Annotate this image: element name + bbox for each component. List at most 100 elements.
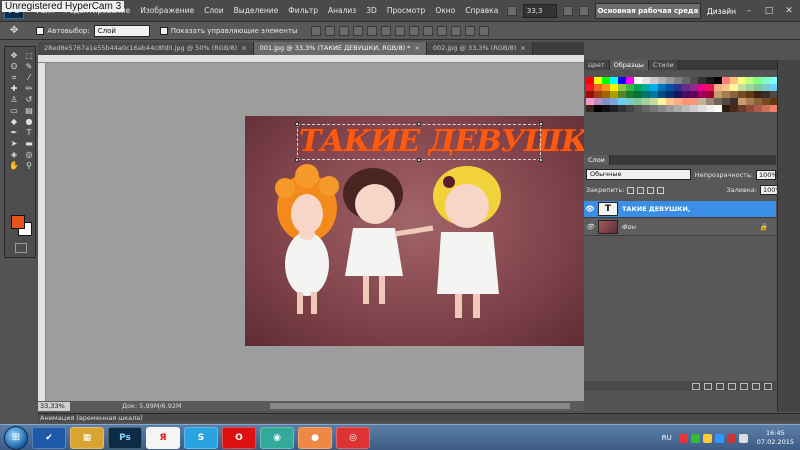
transform-handle-bl[interactable] [295, 158, 299, 162]
color-swatch[interactable] [706, 91, 714, 98]
vertical-ruler[interactable] [38, 63, 46, 401]
menu-item[interactable]: Фильтр [288, 6, 318, 15]
align-left-icon[interactable] [353, 25, 364, 36]
lasso-tool-icon[interactable]: ʘ [7, 62, 21, 72]
crop-tool-icon[interactable]: ⌗ [7, 73, 21, 83]
transform-handle-bc[interactable] [417, 158, 421, 162]
color-swatch[interactable] [658, 77, 666, 84]
color-swatch[interactable] [602, 105, 610, 112]
transform-handle-tl[interactable] [295, 122, 299, 126]
pen-tool-icon[interactable]: ✒ [7, 128, 21, 138]
eyedropper-tool-icon[interactable]: ⁄ [22, 73, 36, 83]
color-swatch[interactable] [698, 77, 706, 84]
color-swatch[interactable] [618, 91, 626, 98]
color-swatch[interactable] [610, 105, 618, 112]
tab-close-icon[interactable]: × [241, 44, 246, 52]
shape-tool-icon[interactable]: ▬ [22, 139, 36, 149]
tray-antivirus-icon[interactable] [678, 433, 688, 443]
color-swatch[interactable] [626, 77, 634, 84]
taskbar-app-button[interactable]: S [184, 426, 218, 449]
color-swatch[interactable] [722, 91, 730, 98]
color-swatch[interactable] [738, 84, 746, 91]
color-swatch[interactable] [730, 98, 738, 105]
menu-item[interactable]: Выделение [234, 6, 279, 15]
taskbar-app-button[interactable]: ✔ [32, 426, 66, 449]
color-swatch[interactable] [738, 98, 746, 105]
panel-tab[interactable]: Цвет [584, 60, 610, 70]
menu-item[interactable]: Просмотр [387, 6, 426, 15]
lock-transparency-icon[interactable] [627, 186, 635, 194]
history-brush-icon[interactable]: ↺ [22, 95, 36, 105]
color-swatch[interactable] [730, 91, 738, 98]
close-icon[interactable]: ✕ [782, 5, 796, 17]
screen-mode-toggle-icon[interactable] [578, 6, 589, 16]
link-layers-icon[interactable] [692, 382, 700, 390]
color-swatch[interactable] [586, 84, 594, 91]
taskbar-app-button[interactable]: ◎ [336, 426, 370, 449]
transform-handle-tc[interactable] [417, 122, 421, 126]
menu-item[interactable]: Слои [204, 6, 224, 15]
color-swatch[interactable] [650, 84, 658, 91]
color-swatch[interactable] [682, 91, 690, 98]
color-swatch[interactable] [634, 91, 642, 98]
distribute-bottom-icon[interactable] [423, 25, 434, 36]
color-swatch[interactable] [762, 84, 770, 91]
tray-volume-icon[interactable] [738, 433, 748, 443]
color-swatch[interactable] [762, 98, 770, 105]
menu-item[interactable]: Справка [465, 6, 498, 15]
color-swatch[interactable] [746, 84, 754, 91]
color-swatch[interactable] [746, 98, 754, 105]
color-swatch[interactable] [690, 105, 698, 112]
color-swatch[interactable] [586, 91, 594, 98]
taskbar-app-button[interactable]: Ps [108, 426, 142, 449]
language-indicator[interactable]: RU [662, 434, 672, 442]
color-swatch[interactable] [586, 105, 594, 112]
eraser-tool-icon[interactable]: ▭ [7, 106, 21, 116]
menu-item[interactable]: Анализ [328, 6, 356, 15]
transform-bounding-box[interactable] [297, 124, 541, 160]
taskbar-app-button[interactable]: ◉ [260, 426, 294, 449]
distribute-hcenter-icon[interactable] [451, 25, 462, 36]
new-layer-icon[interactable] [752, 382, 760, 390]
color-swatch[interactable] [650, 105, 658, 112]
align-bottom-icon[interactable] [339, 25, 350, 36]
color-swatch[interactable] [746, 77, 754, 84]
color-swatch[interactable] [682, 84, 690, 91]
document-tab[interactable]: 28ed8e5767a1e55b44a0c16ab44c8fd0.jpg @ 5… [38, 42, 254, 55]
layer-row[interactable]: 👁 Фон 🔒 [584, 219, 776, 236]
color-swatch[interactable] [690, 91, 698, 98]
color-swatch[interactable] [738, 77, 746, 84]
menu-item[interactable]: 3D [366, 6, 377, 15]
canvas-area[interactable]: ТАКИЕ ДЕВУШКИ [38, 55, 584, 401]
color-swatch[interactable] [722, 77, 730, 84]
taskbar-app-button[interactable]: O [222, 426, 256, 449]
color-swatch[interactable] [682, 77, 690, 84]
color-swatch[interactable] [698, 84, 706, 91]
distribute-vcenter-icon[interactable] [409, 25, 420, 36]
color-swatch[interactable] [650, 98, 658, 105]
color-swatch[interactable] [642, 105, 650, 112]
distribute-left-icon[interactable] [437, 25, 448, 36]
color-swatch[interactable] [730, 105, 738, 112]
dodge-tool-icon[interactable]: ● [22, 117, 36, 127]
color-swatch[interactable] [618, 98, 626, 105]
color-swatch[interactable] [602, 77, 610, 84]
color-swatch[interactable] [658, 91, 666, 98]
color-swatch[interactable] [754, 77, 762, 84]
color-swatch[interactable] [666, 91, 674, 98]
color-swatch[interactable] [714, 84, 722, 91]
color-swatch[interactable] [634, 77, 642, 84]
menu-item[interactable]: Окно [435, 6, 455, 15]
color-swatch[interactable] [618, 77, 626, 84]
move-tool-icon[interactable]: ✥ [7, 51, 21, 61]
minimize-icon[interactable]: – [742, 5, 756, 17]
color-swatch[interactable] [762, 91, 770, 98]
layer-row[interactable]: 👁 T ТАКИЕ ДЕВУШКИ, [584, 201, 776, 218]
color-swatch[interactable] [674, 91, 682, 98]
autoselect-checkbox[interactable] [36, 26, 45, 35]
color-swatch[interactable] [706, 105, 714, 112]
color-swatch[interactable] [594, 105, 602, 112]
tray-network-icon[interactable] [690, 433, 700, 443]
color-swatch[interactable] [666, 84, 674, 91]
quick-mask-icon[interactable] [15, 243, 27, 253]
